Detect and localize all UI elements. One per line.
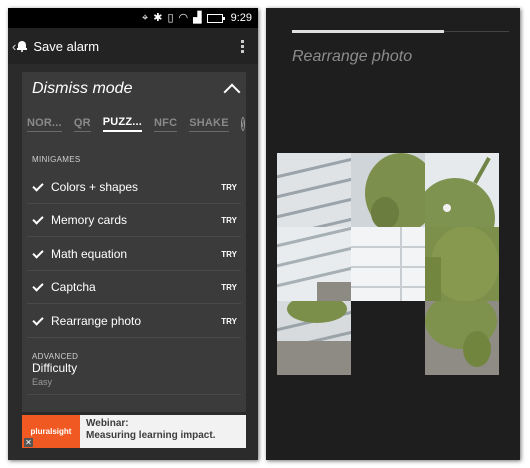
difficulty-title: Difficulty bbox=[32, 361, 78, 375]
puzzle-tile[interactable] bbox=[277, 153, 351, 227]
info-icon[interactable]: i bbox=[240, 117, 245, 131]
left-phone-screen: ⌖ ✱ ▯ ◠ ▟ 9:29 ‹ Save alarm Dismiss mode… bbox=[8, 8, 258, 460]
wifi-icon: ◠ bbox=[178, 11, 189, 24]
blinds-photo-piece bbox=[277, 227, 351, 301]
action-bar: ‹ Save alarm bbox=[8, 28, 258, 64]
android-photo-piece bbox=[351, 153, 425, 227]
dismiss-mode-card: Dismiss mode NOR... QR PUZZ... NFC SHAKE… bbox=[22, 72, 246, 412]
puzzle-tile[interactable] bbox=[425, 153, 499, 227]
puzzle-tile[interactable] bbox=[351, 227, 425, 301]
puzzle-title: Rearrange photo bbox=[292, 48, 413, 65]
minigame-label: Math equation bbox=[51, 247, 128, 261]
puzzle-progress-bar bbox=[292, 30, 509, 33]
difficulty-setting[interactable]: Difficulty Easy bbox=[32, 361, 77, 387]
puzzle-tile[interactable] bbox=[351, 153, 425, 227]
ad-brand-logo: pluralsight bbox=[30, 427, 72, 436]
vibrate-icon: ▯ bbox=[167, 11, 174, 24]
alarm-bell-icon[interactable] bbox=[17, 40, 28, 52]
minigame-label: Rearrange photo bbox=[51, 314, 142, 328]
difficulty-value: Easy bbox=[32, 377, 53, 387]
dismiss-mode-title: Dismiss mode bbox=[32, 80, 133, 97]
ad-text[interactable]: Webinar: Measuring learning impact. bbox=[80, 415, 221, 448]
ad-line-2: Measuring learning impact. bbox=[86, 430, 216, 441]
window-photo-piece bbox=[351, 227, 425, 301]
minigame-row-rearrange-photo[interactable]: Rearrange photo TRY bbox=[27, 305, 241, 338]
tab-normal[interactable]: NOR... bbox=[27, 117, 62, 132]
ad-line-1: Webinar: bbox=[86, 418, 129, 429]
puzzle-tile[interactable] bbox=[277, 227, 351, 301]
minigames-section-label: MINIGAMES bbox=[32, 155, 81, 164]
tab-qr[interactable]: QR bbox=[73, 117, 91, 132]
status-bar: ⌖ ✱ ▯ ◠ ▟ 9:29 bbox=[8, 8, 258, 28]
save-alarm-button[interactable]: Save alarm bbox=[33, 39, 99, 54]
checkbox-checked-icon[interactable] bbox=[32, 212, 44, 225]
checkbox-checked-icon[interactable] bbox=[32, 179, 44, 192]
ad-banner[interactable]: pluralsight ✕ Webinar: Measuring learnin… bbox=[22, 415, 246, 448]
try-button[interactable]: TRY bbox=[221, 216, 237, 225]
right-phone-screen: Rearrange photo bbox=[266, 8, 520, 460]
puzzle-tile[interactable] bbox=[425, 301, 499, 375]
android-photo-piece bbox=[425, 153, 499, 227]
battery-icon bbox=[206, 13, 225, 23]
minigame-row-memory-cards[interactable]: Memory cards TRY bbox=[27, 204, 241, 237]
ad-logo[interactable]: pluralsight ✕ bbox=[22, 415, 80, 448]
collapse-chevron-icon[interactable] bbox=[223, 83, 241, 101]
advanced-section-label: ADVANCED bbox=[32, 352, 79, 361]
minigame-label: Captcha bbox=[51, 280, 96, 294]
status-time: 9:29 bbox=[230, 12, 252, 24]
close-icon[interactable]: ✕ bbox=[24, 438, 33, 447]
try-button[interactable]: TRY bbox=[221, 317, 237, 326]
checkbox-checked-icon[interactable] bbox=[32, 246, 44, 259]
puzzle-tile[interactable] bbox=[277, 301, 351, 375]
try-button[interactable]: TRY bbox=[221, 183, 237, 192]
checkbox-checked-icon[interactable] bbox=[32, 313, 44, 326]
dismiss-mode-header[interactable]: Dismiss mode bbox=[22, 72, 246, 106]
divider bbox=[27, 394, 241, 395]
android-photo-piece bbox=[425, 227, 499, 301]
overflow-menu-icon[interactable] bbox=[241, 39, 244, 53]
minigame-row-colors-shapes[interactable]: Colors + shapes TRY bbox=[27, 171, 241, 204]
minigame-row-math-equation[interactable]: Math equation TRY bbox=[27, 238, 241, 271]
android-photo-piece bbox=[277, 301, 351, 375]
puzzle-tile[interactable] bbox=[425, 227, 499, 301]
blinds-photo-piece bbox=[277, 153, 351, 227]
tab-puzzle[interactable]: PUZZ... bbox=[102, 116, 143, 132]
android-photo-piece bbox=[425, 301, 499, 375]
bluetooth-icon: ✱ bbox=[153, 11, 163, 24]
checkbox-checked-icon[interactable] bbox=[32, 279, 44, 292]
try-button[interactable]: TRY bbox=[221, 283, 237, 292]
dismiss-mode-tabs: NOR... QR PUZZ... NFC SHAKE i bbox=[27, 114, 245, 134]
tab-nfc[interactable]: NFC bbox=[154, 117, 178, 132]
minigame-label: Memory cards bbox=[51, 213, 128, 227]
back-chevron-icon[interactable]: ‹ bbox=[12, 39, 16, 54]
crosshair-icon: ⌖ bbox=[142, 11, 149, 24]
minigame-row-captcha[interactable]: Captcha TRY bbox=[27, 271, 241, 304]
photo-puzzle-grid bbox=[277, 153, 499, 375]
minigame-label: Colors + shapes bbox=[51, 180, 139, 194]
signal-icon: ▟ bbox=[193, 11, 202, 24]
try-button[interactable]: TRY bbox=[221, 250, 237, 259]
tab-shake[interactable]: SHAKE bbox=[189, 117, 229, 132]
empty-puzzle-slot[interactable] bbox=[351, 301, 425, 375]
puzzle-progress-fill bbox=[292, 30, 444, 33]
